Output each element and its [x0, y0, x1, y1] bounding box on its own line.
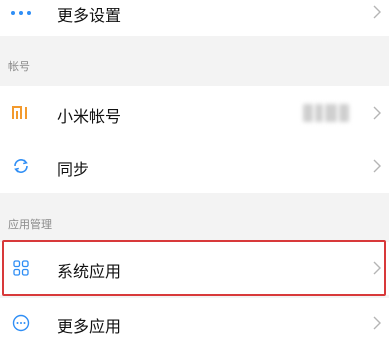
- account-section-header: 帐号: [0, 36, 389, 86]
- more-settings-row[interactable]: 更多设置: [0, 0, 389, 36]
- account-id-value: [303, 101, 349, 125]
- mi-account-row[interactable]: 小米帐号: [0, 86, 389, 140]
- mi-account-label: 小米帐号: [57, 107, 122, 126]
- more-apps-label: 更多应用: [57, 317, 122, 336]
- chevron-right-icon: [371, 2, 383, 22]
- account-section-title: 帐号: [8, 60, 30, 73]
- sync-label: 同步: [57, 160, 90, 179]
- system-apps-row[interactable]: 系统应用: [0, 242, 389, 295]
- sync-icon: [6, 151, 36, 181]
- system-apps-label: 系统应用: [57, 262, 122, 281]
- chevron-right-icon: [371, 313, 383, 333]
- more-circle-icon: [6, 308, 36, 337]
- chevron-right-icon: [371, 103, 383, 123]
- chevron-right-icon: [371, 258, 383, 278]
- mi-logo-icon: [6, 98, 36, 128]
- more-settings-label: 更多设置: [57, 6, 122, 25]
- more-horizontal-icon: [6, 0, 36, 28]
- app-section-title: 应用管理: [8, 218, 52, 231]
- more-apps-row[interactable]: 更多应用: [0, 298, 389, 337]
- app-section-header: 应用管理: [0, 193, 389, 240]
- settings-screen: 更多设置 帐号 小米帐号 同步 应用管理 系统应用 更多应用: [0, 0, 389, 337]
- chevron-right-icon: [371, 156, 383, 176]
- grid-apps-icon: [6, 253, 36, 283]
- sync-row[interactable]: 同步: [0, 140, 389, 193]
